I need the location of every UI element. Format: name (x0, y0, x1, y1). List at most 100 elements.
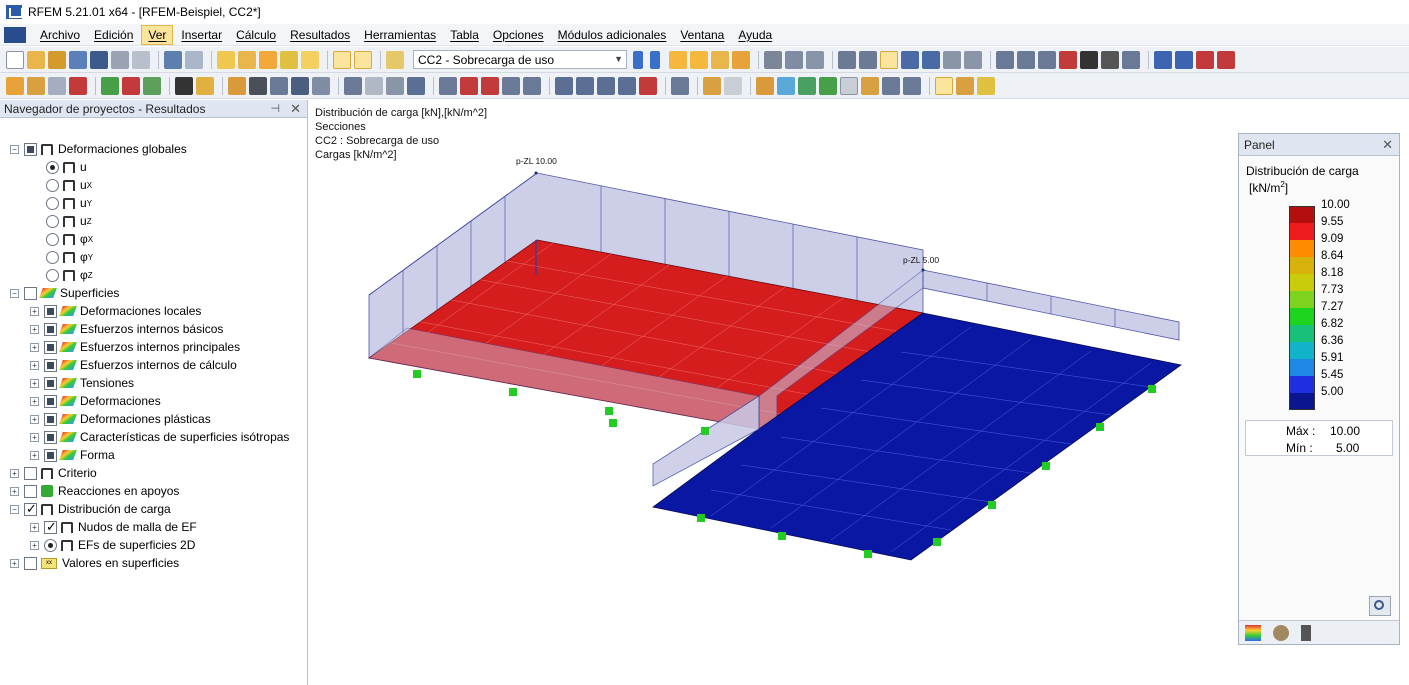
surface-display-icon[interactable] (756, 76, 774, 95)
surface-item-checkbox[interactable] (44, 412, 57, 426)
tree-node-surface-item[interactable]: + Forma (30, 446, 115, 464)
tree-node-surfaces[interactable]: − Superficies (10, 284, 119, 302)
section-y-icon[interactable] (365, 76, 383, 95)
expand-icon[interactable]: + (30, 540, 39, 550)
tree-node-load-distribution[interactable]: − Distribución de carga (10, 500, 171, 518)
phix-radio[interactable] (46, 232, 59, 246)
show-extremes-icon[interactable] (732, 50, 750, 69)
render-options-icon[interactable] (671, 76, 689, 95)
settings-icon[interactable] (1122, 50, 1140, 69)
results-icon[interactable] (280, 50, 298, 69)
tree-node-2d-surface-fe[interactable]: + EFs de superficies 2D (30, 536, 195, 554)
load-display-icon[interactable] (840, 76, 858, 95)
menu-insertar[interactable]: Insertar (175, 26, 228, 44)
tree-node-fe-nodes[interactable]: + Nudos de malla de EF (30, 518, 197, 536)
view-direction-z-icon[interactable] (597, 76, 615, 95)
factors-tab-icon[interactable] (1273, 624, 1289, 641)
show-deformation-icon[interactable] (711, 50, 729, 69)
calculate-icon[interactable] (259, 50, 277, 69)
tree-node-surface-values[interactable]: + xx Valores en superficies (10, 554, 179, 572)
select-icon[interactable] (6, 76, 24, 95)
section-plane-icon[interactable] (407, 76, 425, 95)
new-load-icon[interactable] (175, 76, 193, 95)
surface-item-checkbox[interactable] (44, 304, 57, 318)
colors-icon[interactable] (956, 76, 974, 95)
import-icon[interactable] (1175, 50, 1193, 69)
visual-objects-icon[interactable] (903, 76, 921, 95)
close-icon[interactable]: ✕ (1382, 137, 1393, 153)
collapse-icon[interactable]: − (10, 504, 19, 514)
new-release-icon[interactable] (122, 76, 140, 95)
menu-opciones[interactable]: Opciones (487, 26, 550, 44)
snap-surface-icon[interactable] (943, 50, 961, 69)
printout-report-icon[interactable] (301, 50, 319, 69)
expand-icon[interactable]: + (30, 396, 39, 406)
menu-tabla[interactable]: Tabla (444, 26, 485, 44)
undo-icon[interactable] (164, 50, 182, 69)
close-icon[interactable]: ✕ (290, 101, 301, 117)
expand-icon[interactable]: + (30, 432, 39, 442)
new-file-icon[interactable] (6, 50, 24, 69)
display-frame-icon[interactable] (249, 76, 267, 95)
mirror-icon[interactable] (1038, 50, 1056, 69)
surface-item-checkbox[interactable] (44, 430, 57, 444)
tree-node-surface-item[interactable]: + Esfuerzos internos principales (30, 338, 240, 356)
panel-zoom-button[interactable] (1369, 596, 1391, 616)
dimension-icon[interactable] (861, 76, 879, 95)
menu-herramientas[interactable]: Herramientas (358, 26, 442, 44)
new-line-icon[interactable] (48, 76, 66, 95)
support-reactions-checkbox[interactable] (24, 484, 37, 498)
load-case-select[interactable]: CC2 - Sobrecarga de uso ▼ (413, 50, 627, 69)
2d-surface-fe-radio[interactable] (44, 538, 57, 552)
tree-node-surface-item[interactable]: + Deformaciones (30, 392, 161, 410)
zoom-all-icon[interactable] (481, 76, 499, 95)
view-iso-icon[interactable] (523, 76, 541, 95)
new-member-icon[interactable] (69, 76, 87, 95)
guideline-icon[interactable] (882, 76, 900, 95)
load-distribution-checkbox[interactable] (24, 501, 37, 517)
uz-radio[interactable] (46, 214, 59, 228)
view-direction-x-icon[interactable] (555, 76, 573, 95)
menu-ventana[interactable]: Ventana (674, 26, 730, 44)
tree-node-uz[interactable]: uZ (46, 212, 92, 230)
grid-icon[interactable] (838, 50, 856, 69)
display-solid-icon[interactable] (270, 76, 288, 95)
view-direction-nz-icon[interactable] (639, 76, 657, 95)
color-scale-tab-icon[interactable] (1245, 624, 1261, 641)
rotate-view-icon[interactable] (764, 50, 782, 69)
surface-results-icon[interactable] (777, 76, 795, 95)
expand-icon[interactable]: + (10, 558, 19, 568)
section-icon[interactable] (1017, 50, 1035, 69)
open-example-icon[interactable] (48, 50, 66, 69)
expand-icon[interactable]: + (30, 378, 39, 388)
snap-grid-icon[interactable] (859, 50, 877, 69)
view-3d-icon[interactable] (502, 76, 520, 95)
solid-icon[interactable] (798, 76, 816, 95)
collapse-icon[interactable]: − (10, 288, 19, 298)
previous-load-case-icon[interactable] (633, 50, 643, 69)
tree-node-u[interactable]: u (46, 158, 87, 176)
expand-icon[interactable]: + (30, 414, 39, 424)
color-scale-icon[interactable] (977, 76, 995, 95)
zoom-icon[interactable] (439, 76, 457, 95)
phiz-radio[interactable] (46, 268, 59, 282)
view-y-icon[interactable] (806, 50, 824, 69)
tree-node-support-reactions[interactable]: + Reacciones en apoyos (10, 482, 179, 500)
tree-node-surface-item[interactable]: + Tensiones (30, 374, 134, 392)
section-z-icon[interactable] (386, 76, 404, 95)
surface-item-checkbox[interactable] (44, 340, 57, 354)
display-model-icon[interactable] (228, 76, 246, 95)
set-of-members-icon[interactable] (724, 76, 742, 95)
tree-node-global-deformations[interactable]: − Deformaciones globales (10, 140, 187, 158)
tree-node-phiz[interactable]: φZ (46, 266, 93, 284)
show-results-icon[interactable] (669, 50, 687, 69)
surface-item-checkbox[interactable] (44, 448, 57, 462)
expand-icon[interactable]: + (30, 360, 39, 370)
show-values-icon[interactable] (690, 50, 708, 69)
uy-radio[interactable] (46, 196, 59, 210)
support-display-icon[interactable] (819, 76, 837, 95)
fe-nodes-checkbox[interactable] (44, 519, 57, 535)
tree-node-phix[interactable]: φX (46, 230, 93, 248)
model-data-icon[interactable] (217, 50, 235, 69)
save-icon[interactable] (90, 50, 108, 69)
